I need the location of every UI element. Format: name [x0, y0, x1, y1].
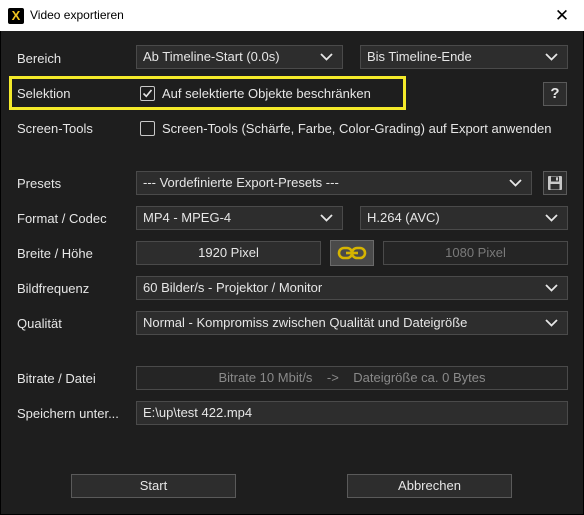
range-end-dropdown[interactable]: Bis Timeline-Ende: [360, 45, 568, 69]
chevron-down-icon: [545, 284, 558, 292]
title-bar: X Video exportieren ✕: [0, 0, 584, 31]
bitrate-label: Bitrate / Datei: [17, 371, 96, 386]
presets-value: --- Vordefinierte Export-Presets ---: [143, 175, 339, 190]
framerate-dropdown[interactable]: 60 Bilder/s - Projektor / Monitor: [136, 276, 568, 300]
chevron-down-icon: [545, 214, 558, 222]
start-button[interactable]: Start: [71, 474, 236, 498]
codec-dropdown[interactable]: H.264 (AVC): [360, 206, 568, 230]
format-value: MP4 - MPEG-4: [143, 210, 232, 225]
export-dialog: X Video exportieren ✕ Bereich Ab Timelin…: [0, 0, 584, 515]
range-start-value: Ab Timeline-Start (0.0s): [143, 49, 280, 64]
range-end-value: Bis Timeline-Ende: [367, 49, 472, 64]
range-label: Bereich: [17, 51, 62, 66]
quality-label: Qualität: [17, 316, 62, 331]
save-path-field[interactable]: E:\up\test 422.mp4: [136, 401, 568, 425]
floppy-disk-icon[interactable]: [543, 171, 567, 195]
window-title: Video exportieren: [30, 8, 124, 22]
screen-tools-checkbox[interactable]: [140, 121, 155, 136]
app-icon: X: [8, 8, 24, 24]
chevron-down-icon: [509, 179, 522, 187]
codec-value: H.264 (AVC): [367, 210, 440, 225]
format-dropdown[interactable]: MP4 - MPEG-4: [136, 206, 343, 230]
floppy-disk-glyph: [548, 176, 562, 190]
quality-dropdown[interactable]: Normal - Kompromiss zwischen Qualität un…: [136, 311, 568, 335]
check-icon: [142, 89, 153, 98]
selection-label: Selektion: [17, 86, 71, 101]
cancel-button[interactable]: Abbrechen: [347, 474, 512, 498]
chain-link-icon[interactable]: [330, 240, 374, 266]
framerate-label: Bildfrequenz: [17, 281, 90, 296]
height-field: 1080 Pixel: [383, 241, 568, 265]
bitrate-display: Bitrate 10 Mbit/s -> Dateigröße ca. 0 By…: [136, 366, 568, 390]
screen-tools-checkbox-label[interactable]: Screen-Tools (Schärfe, Farbe, Color-Grad…: [162, 121, 551, 136]
dialog-body: Bereich Ab Timeline-Start (0.0s) Bis Tim…: [1, 31, 583, 514]
presets-label: Presets: [17, 176, 62, 191]
chevron-down-icon: [320, 53, 333, 61]
quality-value: Normal - Kompromiss zwischen Qualität un…: [143, 315, 468, 330]
framerate-value: 60 Bilder/s - Projektor / Monitor: [143, 280, 323, 295]
format-label: Format / Codec: [17, 211, 107, 226]
selection-checkbox-label[interactable]: Auf selektierte Objekte beschränken: [162, 86, 371, 101]
screen-tools-label: Screen-Tools: [17, 121, 93, 136]
size-label: Breite / Höhe: [17, 246, 93, 261]
chevron-down-icon: [545, 53, 558, 61]
range-start-dropdown[interactable]: Ab Timeline-Start (0.0s): [136, 45, 343, 69]
link-glyph: [337, 246, 367, 260]
chevron-down-icon: [320, 214, 333, 222]
close-icon[interactable]: ✕: [540, 0, 584, 31]
save-label[interactable]: Speichern unter...: [17, 406, 119, 421]
presets-dropdown[interactable]: --- Vordefinierte Export-Presets ---: [136, 171, 532, 195]
help-icon[interactable]: ?: [543, 82, 567, 106]
selection-checkbox[interactable]: [140, 86, 155, 101]
width-field[interactable]: 1920 Pixel: [136, 241, 321, 265]
chevron-down-icon: [545, 319, 558, 327]
